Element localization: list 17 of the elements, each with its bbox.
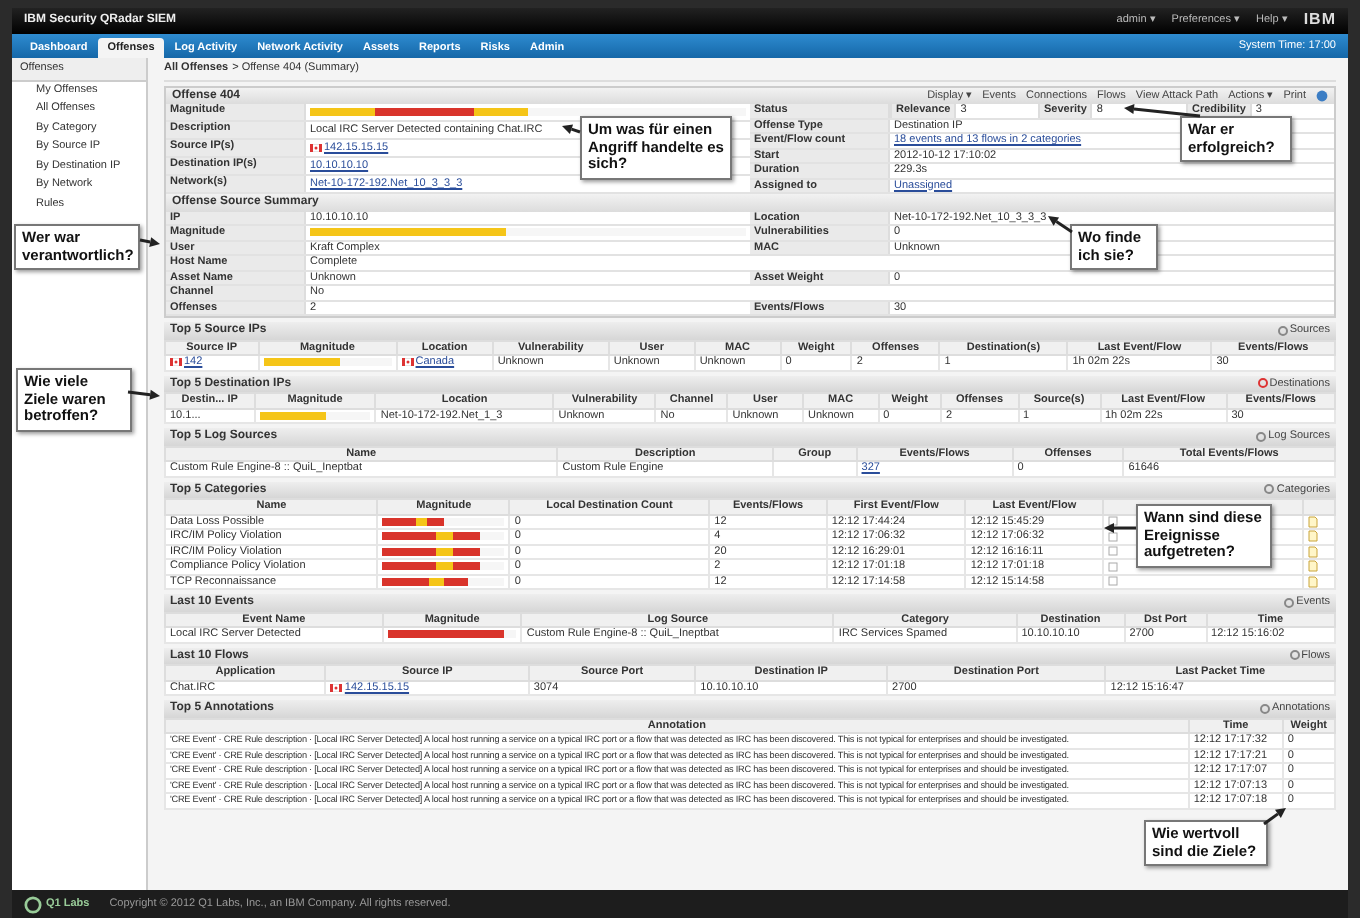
- section-icon: [1257, 378, 1268, 389]
- pointer-arrow: [1048, 216, 1073, 234]
- logo-icon: [24, 895, 42, 913]
- section-icon: [1259, 703, 1270, 714]
- pointer-arrow: [1104, 523, 1136, 533]
- brand-logo: IBM: [1303, 14, 1336, 28]
- help-icon[interactable]: [1316, 89, 1328, 102]
- pointer-arrow: [1263, 808, 1286, 826]
- pointer-arrow: [562, 124, 581, 134]
- section-icon: [1256, 431, 1267, 442]
- section-icon: [1277, 325, 1288, 336]
- pointer-arrow: [139, 237, 160, 247]
- section-icon: [1264, 484, 1275, 495]
- section-icon: [1289, 650, 1300, 661]
- section-icon: [1284, 597, 1295, 608]
- pointer-arrow: [127, 389, 160, 400]
- flag-icon: [310, 144, 322, 152]
